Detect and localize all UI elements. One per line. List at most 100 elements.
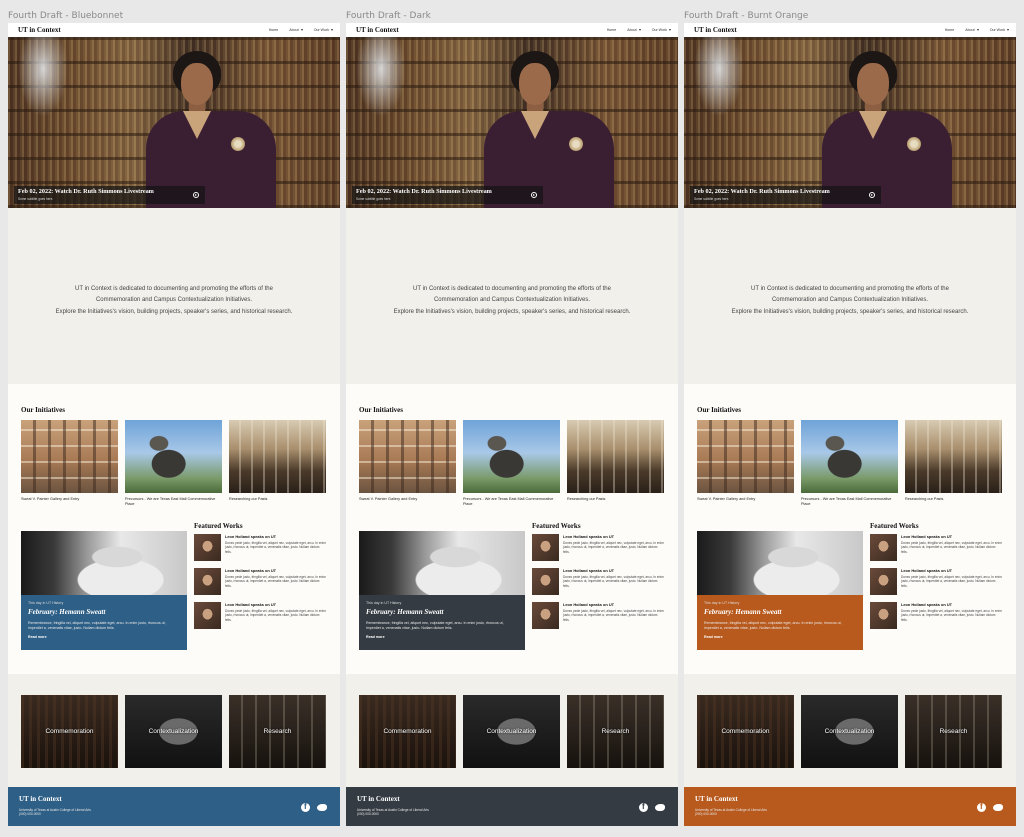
nav-links: Home About Our Work [945,23,1009,37]
nav-link-home[interactable]: Home [607,28,617,32]
initiative-card[interactable]: Sweat V. Painter Gallery and Entry [697,420,794,507]
read-more-link[interactable]: Read more [366,635,518,639]
featured-work-text: Donec pede justo, fringilla vel, aliquet… [563,575,664,588]
initiatives-section: Our Initiatives Sweat V. Painter Gallery… [684,384,1016,674]
facebook-icon[interactable] [639,802,648,812]
nav-link-about-label: About [965,28,975,32]
pillars-section: Commemoration Contextualization Research [346,674,678,787]
read-more-link[interactable]: Read more [704,635,856,639]
feature-card: This day in UT History February: Hemann … [21,595,187,650]
twitter-icon[interactable] [993,803,1003,812]
footer-phone: (000) 000-0000 [695,812,717,817]
nav-link-home[interactable]: Home [269,28,279,32]
site-brand[interactable]: UT in Context [694,26,737,34]
pillar-label: Research [263,728,292,735]
hero-caption[interactable]: Feb 02, 2022: Watch Dr. Ruth Simmons Liv… [14,186,205,204]
featured-work-item[interactable]: Leon Holland speaks on UT Donec pede jus… [194,534,326,568]
intro-line: Explore the Initiatives's vision, buildi… [731,308,969,315]
hero-caption[interactable]: Feb 02, 2022: Watch Dr. Ruth Simmons Liv… [690,186,881,204]
footer-brand: UT in Context [19,795,62,803]
footer-phone: (000) 000-0000 [19,812,41,817]
nav-link-about[interactable]: About [627,28,641,32]
initiative-image-reading-room [229,420,326,493]
featured-works-list: Leon Holland speaks on UT Donec pede jus… [870,534,1002,636]
initiative-card[interactable]: Researching our Pasts [905,420,1002,507]
twitter-icon[interactable] [317,803,327,812]
artboard-label: Fourth Draft - Bluebonnet [8,11,124,21]
hero-banner: Feb 02, 2022: Watch Dr. Ruth Simmons Liv… [346,37,678,208]
featured-work-text: Donec pede justo, fringilla vel, aliquet… [901,575,1002,588]
top-nav: UT in Context Home About Our Work [8,23,340,37]
featured-work-item[interactable]: Leon Holland speaks on UT Donec pede jus… [532,602,664,636]
feature-card: This day in UT History February: Hemann … [697,595,863,650]
nav-link-our-work[interactable]: Our Work [652,28,671,32]
featured-work-item[interactable]: Leon Holland speaks on UT Donec pede jus… [870,602,1002,636]
featured-work-item[interactable]: Leon Holland speaks on UT Donec pede jus… [532,534,664,568]
intro-line: Commemoration and Campus Contextualizati… [433,297,591,304]
chevron-down-icon [1007,29,1009,32]
intro-line: UT in Context is dedicated to documentin… [75,285,273,292]
hero-caption[interactable]: Feb 02, 2022: Watch Dr. Ruth Simmons Liv… [352,186,543,204]
facebook-icon[interactable] [301,802,310,812]
nav-link-our-work[interactable]: Our Work [990,28,1009,32]
artboard-label: Fourth Draft - Dark [346,11,431,21]
intro-line: Commemoration and Campus Contextualizati… [95,297,253,304]
portrait-photo [474,51,624,208]
initiative-card[interactable]: Precursors - We are Texas East Mall Comm… [125,420,222,507]
initiative-card[interactable]: Precursors - We are Texas East Mall Comm… [463,420,560,507]
social-links [301,802,327,812]
featured-work-item[interactable]: Leon Holland speaks on UT Donec pede jus… [194,602,326,636]
pillar-card-commemoration[interactable]: Commemoration [359,695,456,768]
read-more-link[interactable]: Read more [28,635,180,639]
featured-work-text: Donec pede justo, fringilla vel, aliquet… [901,541,1002,554]
initiative-image-reading-room [905,420,1002,493]
play-icon[interactable] [193,192,199,198]
featured-work-thumbnail [870,602,897,629]
initiative-card[interactable]: Sweat V. Painter Gallery and Entry [21,420,118,507]
featured-work-thumbnail [532,568,559,595]
featured-work-item[interactable]: Leon Holland speaks on UT Donec pede jus… [194,568,326,602]
feature-title: February: Hemann Sweatt [704,608,782,616]
pillar-card-contextualization[interactable]: Contextualization [125,695,222,768]
pillar-card-research[interactable]: Research [567,695,664,768]
featured-work-item[interactable]: Leon Holland speaks on UT Donec pede jus… [870,568,1002,602]
nav-link-our-work[interactable]: Our Work [314,28,333,32]
initiative-card[interactable]: Precursors - We are Texas East Mall Comm… [801,420,898,507]
nav-link-about[interactable]: About [289,28,303,32]
pillar-card-commemoration[interactable]: Commemoration [697,695,794,768]
hero-title: Feb 02, 2022: Watch Dr. Ruth Simmons Liv… [694,188,830,195]
featured-work-thumbnail [532,602,559,629]
initiative-card[interactable]: Researching our Pasts [567,420,664,507]
pillar-card-contextualization[interactable]: Contextualization [463,695,560,768]
play-icon[interactable] [869,192,875,198]
pillar-label: Commemoration [721,728,770,735]
featured-work-item[interactable]: Leon Holland speaks on UT Donec pede jus… [532,568,664,602]
chevron-down-icon [976,29,979,32]
pillar-card-research[interactable]: Research [229,695,326,768]
nav-links: Home About Our Work [607,23,671,37]
intro-line: Explore the Initiatives's vision, buildi… [55,308,293,315]
portrait-photo [136,51,286,208]
footer-brand: UT in Context [695,795,738,803]
pillars-section: Commemoration Contextualization Research [684,674,1016,787]
initiative-card[interactable]: Researching our Pasts [229,420,326,507]
site-brand[interactable]: UT in Context [356,26,399,34]
pillar-card-contextualization[interactable]: Contextualization [801,695,898,768]
pillar-card-research[interactable]: Research [905,695,1002,768]
portrait-brooch [231,137,245,151]
initiative-caption: Sweat V. Painter Gallery and Entry [21,497,80,501]
facebook-icon[interactable] [977,802,986,812]
play-icon[interactable] [531,192,537,198]
twitter-icon[interactable] [655,803,665,812]
initiatives-heading: Our Initiatives [359,406,404,414]
hero-banner: Feb 02, 2022: Watch Dr. Ruth Simmons Liv… [8,37,340,208]
featured-work-item[interactable]: Leon Holland speaks on UT Donec pede jus… [870,534,1002,568]
featured-work-title: Leon Holland speaks on UT [225,534,277,539]
initiatives-heading: Our Initiatives [21,406,66,414]
site-brand[interactable]: UT in Context [18,26,61,34]
nav-link-about[interactable]: About [965,28,979,32]
featured-work-text: Donec pede justo, fringilla vel, aliquet… [225,575,326,588]
nav-link-home[interactable]: Home [945,28,955,32]
initiative-card[interactable]: Sweat V. Painter Gallery and Entry [359,420,456,507]
pillar-card-commemoration[interactable]: Commemoration [21,695,118,768]
